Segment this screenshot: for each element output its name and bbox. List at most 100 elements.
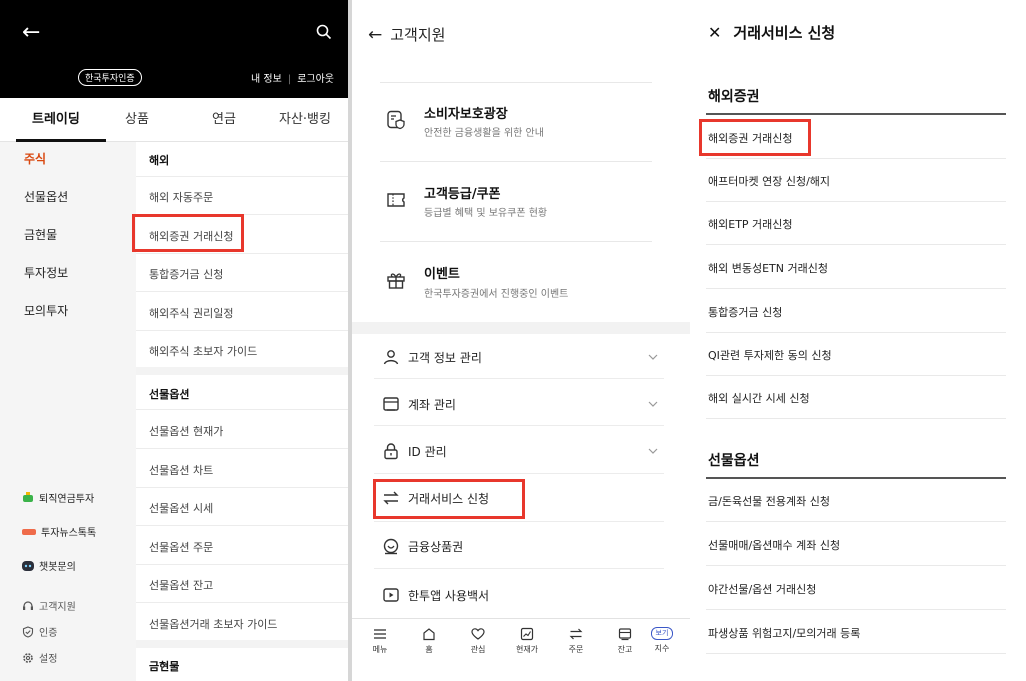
side-extra-news[interactable]: 투자뉴스톡톡 [22,524,96,539]
side-item-mock-trading[interactable]: 모의투자 [24,302,68,319]
trading-service-header: ✕ 거래서비스 신청 [708,22,835,43]
trading-service-panel: ✕ 거래서비스 신청 해외증권 해외증권 거래신청 애프터마켓 연장 신청/해지… [690,0,1026,681]
menu-item-overseas-rights-schedule[interactable]: 해외주식 권리일정 [149,305,233,321]
divider [136,487,348,488]
service-derivatives-risk-notice[interactable]: 파생상품 위험고지/모의거래 등록 [708,625,860,641]
divider [136,409,348,410]
service-realtime-quotes[interactable]: 해외 실시간 시세 신청 [708,390,810,406]
row-financial-gift-card[interactable]: 금융상품권 [408,538,463,555]
divider [136,291,348,292]
side-extra-label: 챗봇문의 [39,562,76,573]
page-title: 고객지원 [390,26,446,44]
back-arrow-icon[interactable]: ← [22,22,40,44]
tab-pension[interactable]: 연금 [212,108,236,127]
nav-order[interactable]: 주문 [556,627,596,655]
service-gold-pork-account[interactable]: 금/돈육선물 전용계좌 신청 [708,493,830,509]
nav-menu[interactable]: 메뉴 [360,627,400,655]
back-arrow-icon[interactable]: ← [368,25,382,45]
divider [706,288,1006,289]
section-header-futures: 선물옵션 [708,453,760,469]
section-divider [706,477,1006,479]
side-bottom-label: 인증 [39,628,58,639]
nav-current-price[interactable]: 현재가 [507,627,547,655]
gear-icon [23,652,33,663]
side-extra-retirement[interactable]: 퇴직연금투자 [22,490,94,505]
wallet-icon [618,628,632,641]
service-aftermarket-extension[interactable]: 애프터마켓 연장 신청/해지 [708,173,830,189]
side-bottom-cert[interactable]: 인증 [22,624,57,639]
gift-card-icon [383,538,399,555]
lock-icon [384,443,398,460]
logout-link[interactable]: 로그아웃 [297,74,334,85]
hamburger-icon [374,629,386,639]
service-integrated-margin[interactable]: 통합증거금 신청 [708,304,782,320]
service-night-futures[interactable]: 야간선물/옵션 거래신청 [708,581,816,597]
nav-index[interactable]: 보기 지수 [642,627,682,654]
highlight-box [132,214,244,252]
side-bottom-label: 고객지원 [39,602,76,613]
my-info-link[interactable]: 내 정보 [251,74,282,85]
divider [706,609,1006,610]
card-title-grade-coupon[interactable]: 고객등급/쿠폰 [424,183,501,202]
section-gap [136,640,348,648]
side-bottom-support[interactable]: 고객지원 [22,598,76,613]
highlight-box [699,119,811,156]
menu-item-futures-order[interactable]: 선물옵션 주문 [149,539,213,555]
menu-item-overseas-auto-order[interactable]: 해외 자동주문 [149,189,213,205]
menu-item-overseas-beginner-guide[interactable]: 해외주식 초보자 가이드 [149,343,257,359]
side-item-investment-info[interactable]: 투자정보 [24,264,68,281]
service-qi-consent[interactable]: QI관련 투자제한 동의 신청 [708,347,832,363]
menu-item-futures-chart[interactable]: 선물옵션 차트 [149,462,213,478]
card-title-consumer-protection[interactable]: 소비자보호광장 [424,103,508,122]
divider [706,158,1006,159]
ticket-icon [387,193,405,207]
service-futures-option-account[interactable]: 선물매매/옵션매수 계좌 신청 [708,537,840,553]
close-icon[interactable]: ✕ [708,23,721,42]
divider [706,244,1006,245]
side-bottom-settings[interactable]: 설정 [22,650,57,665]
side-bottom-label: 설정 [39,654,58,665]
side-menu: 주식 선물옵션 금현물 투자정보 모의투자 퇴직연금투자 투자뉴스톡톡 챗봇문의… [0,142,136,681]
tab-assets-banking[interactable]: 자산·뱅킹 [279,108,331,127]
service-volatility-etn[interactable]: 해외 변동성ETN 거래신청 [708,260,828,276]
side-extra-label: 퇴직연금투자 [39,494,95,505]
section-header-gold: 금현물 [149,660,180,673]
side-extra-chatbot[interactable]: 챗봇문의 [22,558,76,573]
row-account-management[interactable]: 계좌 관리 [408,396,456,413]
row-customer-info[interactable]: 고객 정보 관리 [408,349,482,366]
chevron-down-icon[interactable] [648,352,658,362]
menu-item-integrated-margin[interactable]: 통합증거금 신청 [149,266,223,282]
search-icon[interactable] [316,24,332,40]
divider [136,176,348,177]
menu-item-futures-price[interactable]: 선물옵션 현재가 [149,423,223,439]
piggy-bank-icon [23,492,33,502]
side-item-gold[interactable]: 금현물 [24,226,57,243]
divider [706,565,1006,566]
cert-badge[interactable]: 한국투자인증 [78,69,142,86]
row-app-guide[interactable]: 한투앱 사용백서 [408,587,489,604]
card-title-event[interactable]: 이벤트 [424,263,460,282]
bottom-nav: 메뉴 홈 관심 현재가 주문 잔고 보기 지수 [352,618,690,681]
divider [136,602,348,603]
news-icon [22,528,36,535]
chevron-down-icon[interactable] [648,446,658,456]
nav-home[interactable]: 홈 [409,627,449,655]
menu-item-futures-beginner-guide[interactable]: 선물옵션거래 초보자 가이드 [149,616,277,632]
nav-label: 현재가 [515,645,539,654]
divider [374,378,664,379]
side-item-stocks[interactable]: 주식 [24,150,46,167]
tab-products[interactable]: 상품 [125,108,149,127]
row-id-management[interactable]: ID 관리 [408,443,447,460]
chevron-down-icon[interactable] [648,399,658,409]
nav-balance[interactable]: 잔고 [605,627,645,655]
nav-label: 주문 [568,645,584,654]
tab-trading[interactable]: 트레이딩 [32,108,80,127]
side-item-futures-options[interactable]: 선물옵션 [24,188,68,205]
nav-label: 지수 [654,644,670,653]
nav-favorites[interactable]: 관심 [458,627,498,655]
menu-item-futures-quotes[interactable]: 선물옵션 시세 [149,500,213,516]
menu-item-futures-balance[interactable]: 선물옵션 잔고 [149,577,213,593]
divider [380,161,652,162]
service-overseas-etp[interactable]: 해외ETP 거래신청 [708,216,793,232]
divider [706,418,1006,419]
